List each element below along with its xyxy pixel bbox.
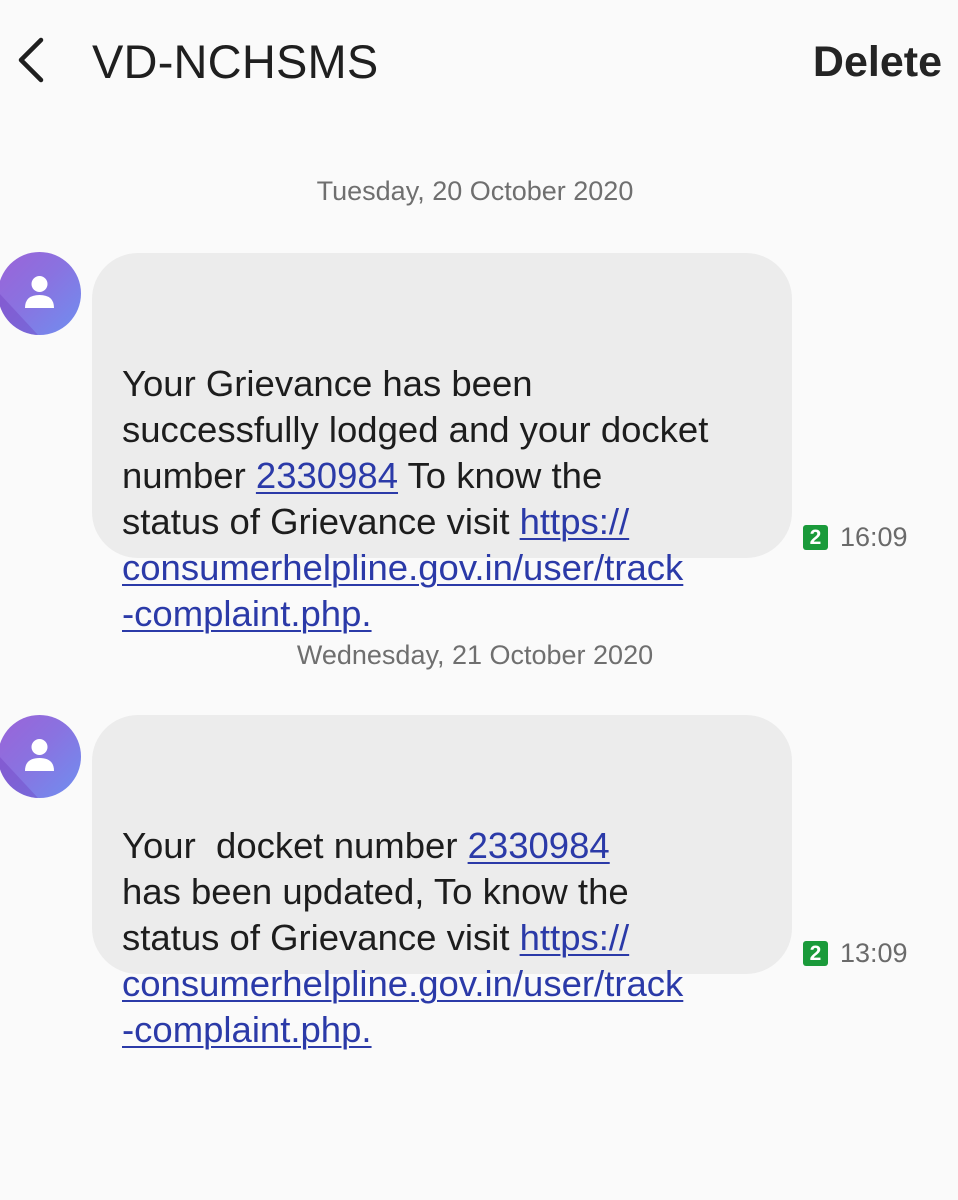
person-icon — [0, 276, 54, 335]
message-time: 13:09 — [840, 938, 908, 968]
message-link[interactable]: -complaint.php. — [122, 593, 372, 634]
message-line: Your docket number 2330984 — [122, 823, 772, 869]
date-separator: Tuesday, 20 October 2020 — [316, 176, 634, 206]
message-link[interactable]: 2330984 — [256, 455, 398, 496]
message-link[interactable]: https:// — [520, 501, 630, 542]
message-text-run: status of Grievance visit — [122, 501, 520, 542]
message-link[interactable]: consumerhelpline.gov.in/user/track — [122, 963, 683, 1004]
person-icon — [0, 739, 54, 798]
back-button[interactable] — [8, 30, 52, 90]
message-link[interactable]: -complaint.php. — [122, 1009, 372, 1050]
message-text-run: successfully lodged and your docket — [122, 409, 709, 450]
sim-2-badge-icon: 2 — [803, 525, 828, 550]
message-time: 16:09 — [840, 522, 908, 552]
message-meta: 2 16:09 — [803, 522, 908, 553]
message-text: Your Grievance has been successfully lodg… — [122, 361, 772, 637]
message-link[interactable]: consumerhelpline.gov.in/user/track — [122, 547, 683, 588]
message-line: Your Grievance has been — [122, 361, 772, 407]
message-link[interactable]: https:// — [520, 917, 630, 958]
message-line: has been updated, To know the — [122, 869, 772, 915]
top-bar: VD-NCHSMS Delete — [0, 0, 958, 122]
message-line: consumerhelpline.gov.in/user/track — [122, 545, 772, 591]
delete-button[interactable]: Delete — [813, 36, 942, 88]
message-text-run: has been updated, To know the — [122, 871, 629, 912]
message-bubble[interactable]: Your Grievance has been successfully lodg… — [92, 253, 792, 634]
message-line: -complaint.php. — [122, 1007, 772, 1053]
message-line: status of Grievance visit https:// — [122, 499, 772, 545]
message-line: number 2330984 To know the — [122, 453, 772, 499]
message-line: -complaint.php. — [122, 591, 772, 637]
sim-2-badge-icon: 2 — [803, 941, 828, 966]
message-text-run: To know the — [398, 455, 603, 496]
chevron-left-icon — [18, 37, 44, 83]
message-text-run: number — [122, 455, 256, 496]
message-text: Your docket number 2330984 has been updat… — [122, 823, 772, 1053]
conversation-title: VD-NCHSMS — [92, 35, 379, 88]
message-line: successfully lodged and your docket — [122, 407, 772, 453]
message-line: status of Grievance visit https:// — [122, 915, 772, 961]
message-bubble[interactable]: Your docket number 2330984 has been updat… — [92, 715, 792, 1050]
contact-avatar[interactable] — [0, 715, 81, 798]
contact-avatar[interactable] — [0, 252, 81, 335]
message-text-run: Your docket number — [122, 825, 468, 866]
message-line: consumerhelpline.gov.in/user/track — [122, 961, 772, 1007]
date-separator: Wednesday, 21 October 2020 — [296, 640, 654, 670]
message-text-run: status of Grievance visit — [122, 917, 520, 958]
message-link[interactable]: 2330984 — [468, 825, 610, 866]
message-text-run: Your Grievance has been — [122, 363, 533, 404]
message-meta: 2 13:09 — [803, 938, 908, 969]
